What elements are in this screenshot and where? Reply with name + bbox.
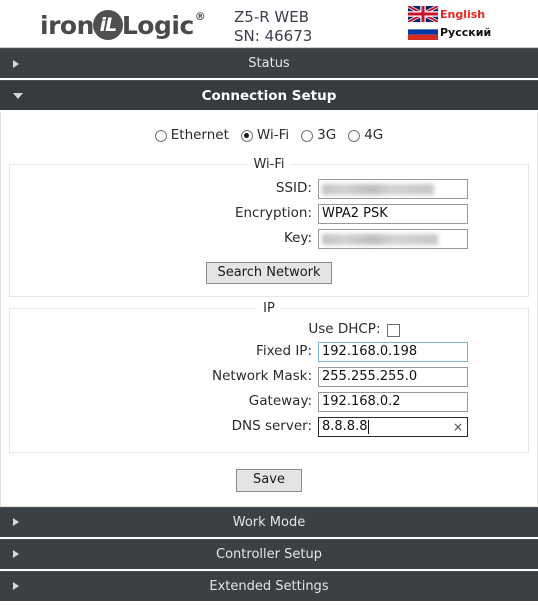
chevron-right-icon	[13, 59, 19, 68]
radio-option-4g[interactable]: 4G	[348, 127, 384, 143]
fixed-ip-input[interactable]: 192.168.0.198	[318, 341, 468, 362]
section-label-extended-settings: Extended Settings	[209, 578, 329, 594]
radio-ethernet-icon[interactable]	[154, 129, 167, 142]
radio-label-3g: 3G	[317, 127, 337, 143]
device-title: Z5-R WEB SN: 46673	[234, 8, 313, 45]
section-header-extended-settings[interactable]: Extended Settings	[0, 570, 538, 601]
russia-flag-icon	[408, 24, 438, 40]
dns-server-input[interactable]: 8.8.8.8 ×	[318, 416, 468, 437]
ssid-label: SSID:	[275, 179, 312, 196]
fixed-ip-label: Fixed IP:	[256, 343, 312, 360]
wifi-legend: Wi-Fi	[253, 156, 285, 172]
radio-label-ethernet: Ethernet	[170, 127, 229, 143]
network-mask-row: Network Mask: 255.255.255.0	[10, 366, 528, 387]
language-option-english[interactable]: English	[408, 5, 528, 23]
section-label-status: Status	[248, 56, 290, 71]
logo-badge-icon: iL	[92, 10, 123, 40]
radio-4g-icon[interactable]	[348, 129, 361, 142]
wifi-fieldset: Wi-Fi SSID: Encryption: WPA2 PSK Key: Se…	[9, 156, 529, 298]
radio-option-ethernet[interactable]: Ethernet	[154, 127, 229, 143]
dns-server-value: 8.8.8.8	[322, 418, 368, 434]
radio-3g-icon[interactable]	[301, 129, 314, 142]
encryption-label: Encryption:	[234, 204, 312, 221]
ssid-redacted-value	[322, 183, 434, 195]
encryption-row: Encryption: WPA2 PSK	[10, 203, 528, 224]
section-header-connection-setup[interactable]: Connection Setup	[0, 80, 538, 110]
use-dhcp-checkbox[interactable]	[386, 323, 400, 337]
dns-server-label: DNS server:	[231, 418, 312, 435]
network-mask-input[interactable]: 255.255.255.0	[318, 366, 468, 387]
gateway-row: Gateway: 192.168.0.2	[10, 391, 528, 412]
connection-setup-panel: Ethernet Wi-Fi 3G 4G Wi-Fi SSID: Encrypt…	[0, 112, 538, 507]
radio-wifi-icon[interactable]	[240, 129, 253, 142]
logo-text-left: iron	[40, 10, 94, 40]
key-redacted-value	[322, 233, 438, 245]
section-label-controller-setup: Controller Setup	[216, 546, 322, 562]
logo-text-right: Logic	[121, 10, 194, 40]
language-label-english: English	[440, 7, 486, 21]
registered-trademark-icon: ®	[194, 10, 206, 23]
text-cursor	[368, 419, 370, 434]
gateway-label: Gateway:	[248, 393, 312, 410]
clear-icon[interactable]: ×	[453, 421, 463, 433]
chevron-right-icon	[13, 582, 19, 591]
ironlogic-logo: iron iL Logic ®	[40, 8, 206, 42]
section-label-work-mode: Work Mode	[232, 514, 306, 530]
gateway-input[interactable]: 192.168.0.2	[318, 391, 468, 412]
fixed-ip-value: 192.168.0.198	[322, 343, 418, 359]
encryption-input[interactable]: WPA2 PSK	[318, 203, 468, 224]
radio-label-4g: 4G	[364, 127, 384, 143]
language-switcher: English Русский	[408, 5, 528, 41]
network-mask-value: 255.255.255.0	[322, 368, 418, 384]
radio-option-wifi[interactable]: Wi-Fi	[240, 127, 290, 143]
search-network-row: Search Network	[10, 254, 528, 287]
language-label-russian: Русский	[440, 25, 492, 39]
use-dhcp-label: Use DHCP:	[308, 321, 381, 338]
save-row: Save	[1, 457, 537, 506]
section-header-work-mode[interactable]: Work Mode	[0, 506, 538, 537]
radio-label-wifi: Wi-Fi	[256, 127, 290, 143]
gateway-value: 192.168.0.2	[322, 393, 401, 409]
chevron-right-icon	[13, 518, 19, 527]
section-header-controller-setup[interactable]: Controller Setup	[0, 538, 538, 569]
section-label-connection-setup: Connection Setup	[201, 87, 337, 104]
uk-flag-icon	[408, 6, 438, 22]
use-dhcp-row: Use DHCP:	[10, 323, 528, 337]
chevron-right-icon	[13, 550, 19, 559]
ssid-input[interactable]	[318, 178, 468, 199]
dns-server-row: DNS server: 8.8.8.8 ×	[10, 416, 528, 437]
network-mask-label: Network Mask:	[212, 368, 312, 385]
ssid-row: SSID:	[10, 178, 528, 199]
device-web-ui: iron iL Logic ® Z5-R WEB SN: 46673 Engli…	[0, 0, 538, 605]
key-label: Key:	[283, 229, 312, 246]
section-header-status[interactable]: Status	[0, 48, 538, 78]
key-row: Key:	[10, 228, 528, 249]
encryption-value: WPA2 PSK	[322, 205, 388, 221]
connection-mode-radio-group: Ethernet Wi-Fi 3G 4G	[1, 112, 537, 157]
ip-fieldset: IP Use DHCP: Fixed IP: 192.168.0.198 Net…	[9, 301, 529, 453]
chevron-down-icon	[13, 92, 23, 99]
language-option-russian[interactable]: Русский	[408, 23, 528, 41]
radio-option-3g[interactable]: 3G	[301, 127, 337, 143]
save-button[interactable]: Save	[236, 468, 302, 492]
page-header: iron iL Logic ® Z5-R WEB SN: 46673 Engli…	[0, 0, 538, 48]
search-network-button[interactable]: Search Network	[206, 261, 332, 285]
fixed-ip-row: Fixed IP: 192.168.0.198	[10, 341, 528, 362]
key-input[interactable]	[318, 228, 468, 249]
ip-legend: IP	[263, 301, 275, 317]
